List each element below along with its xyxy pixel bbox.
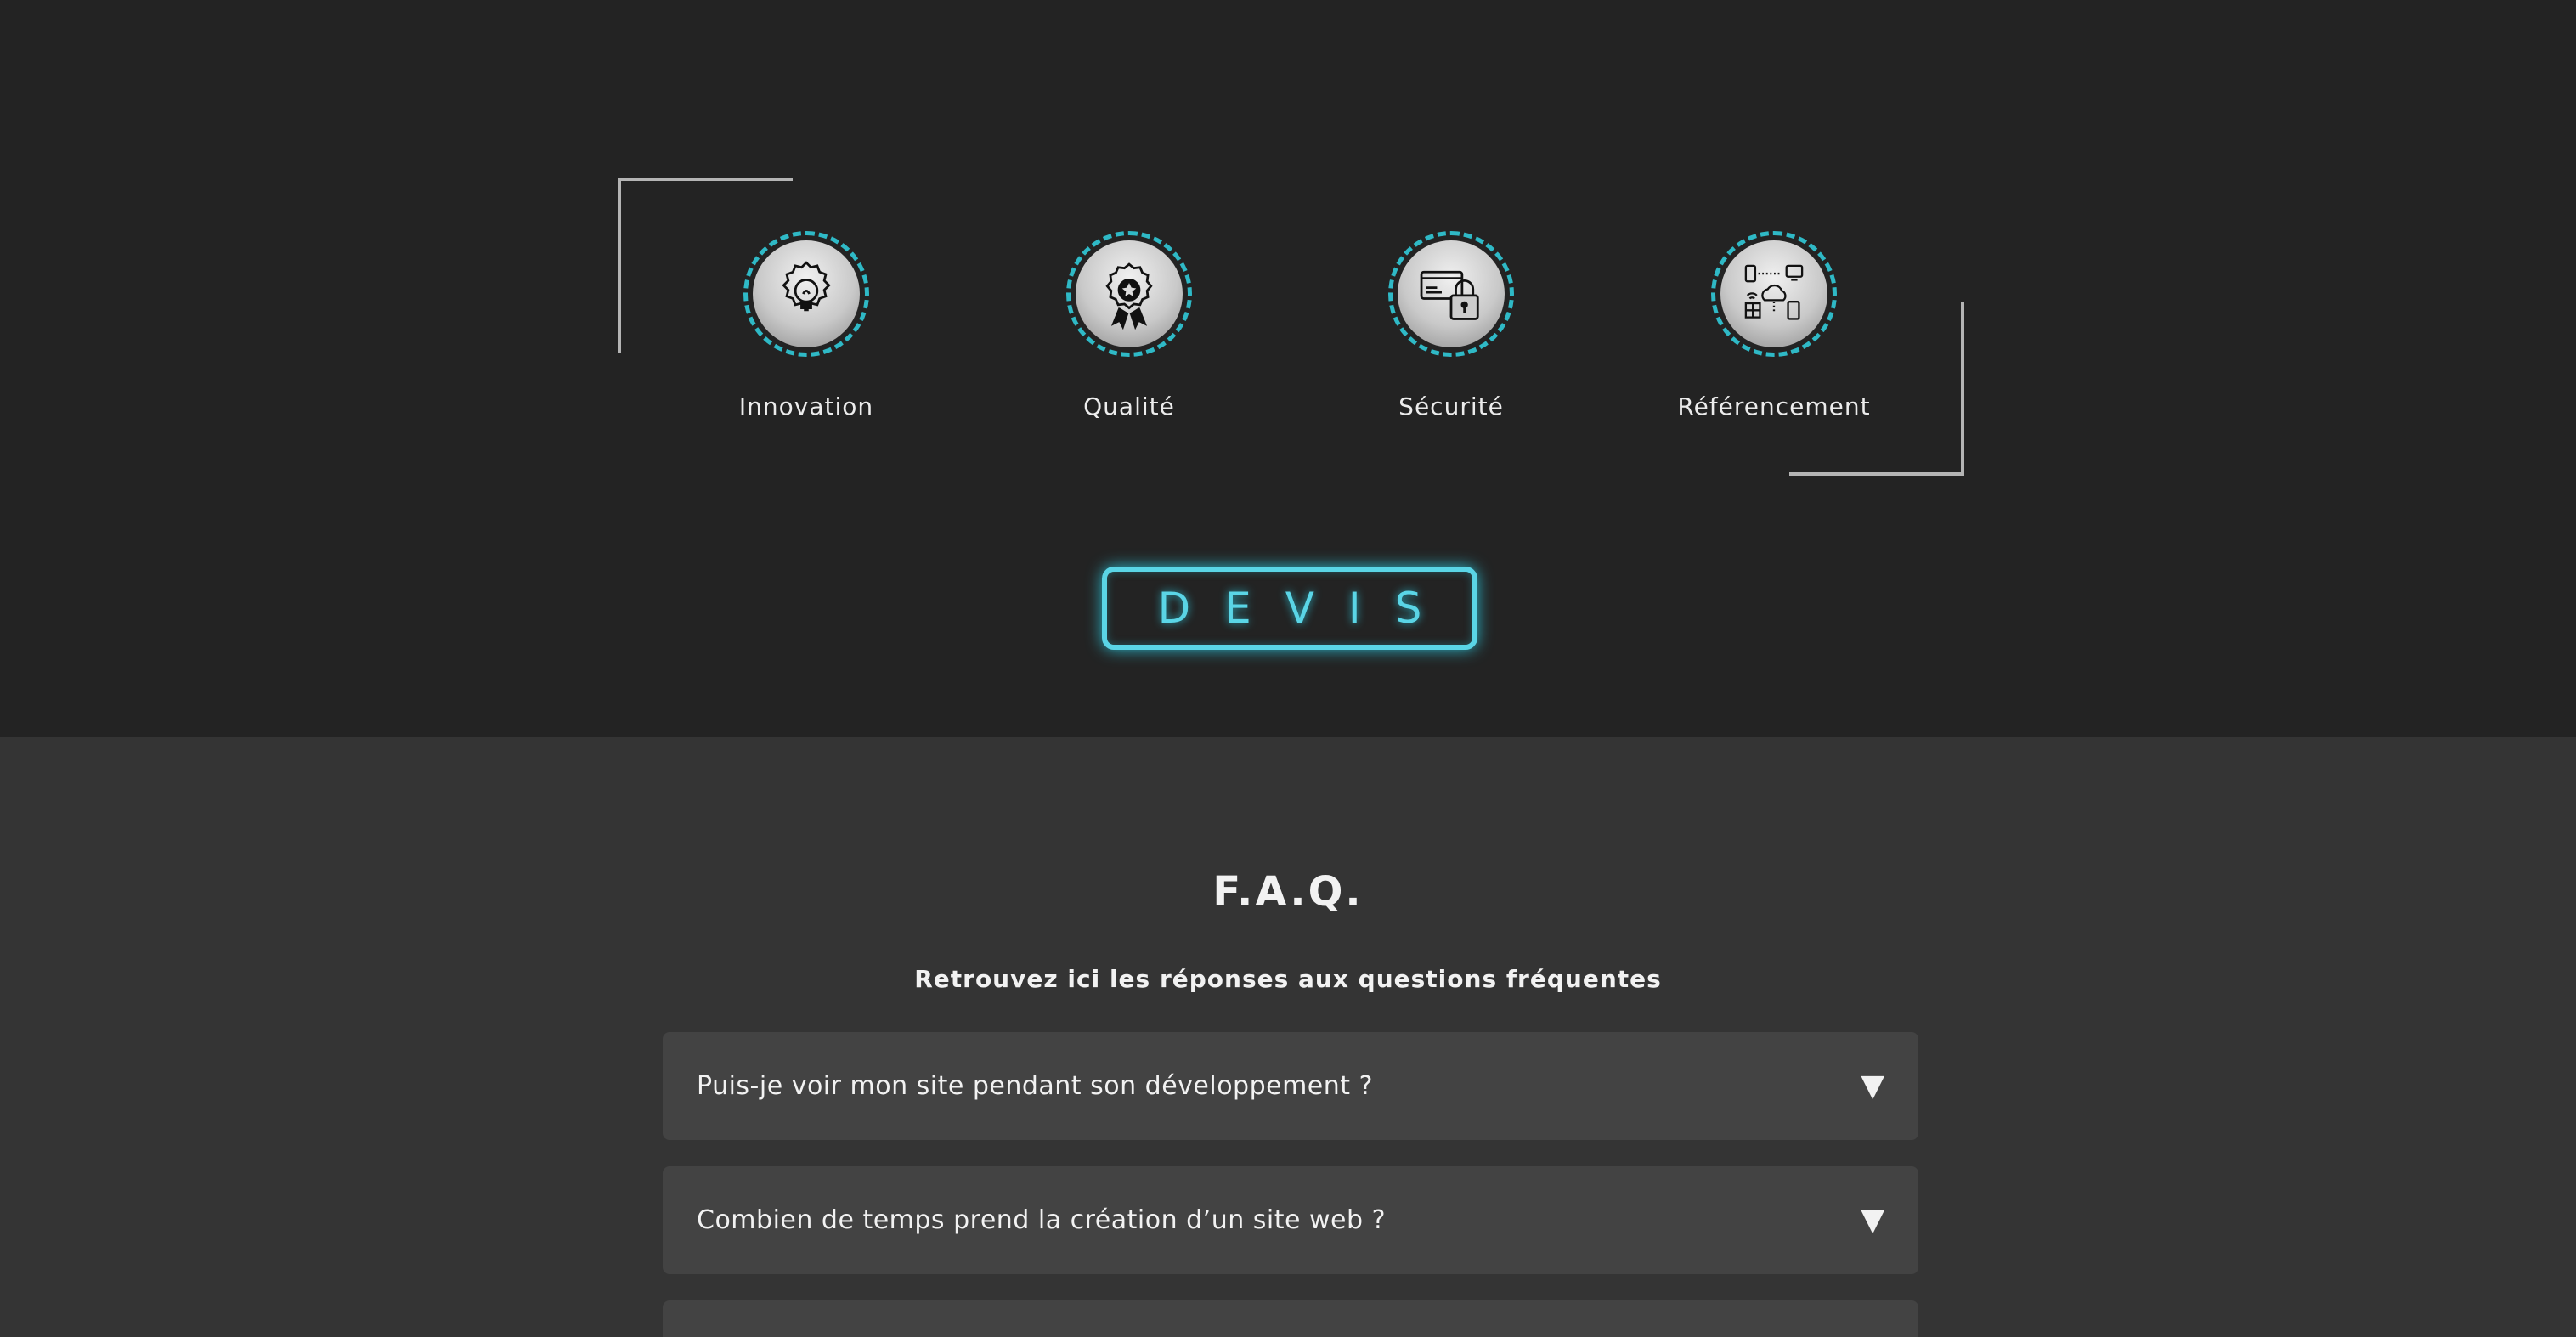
features-section: Innovation Qualité Sécurité Référencemen… [0, 0, 2576, 737]
lightbulb-icon [753, 240, 860, 347]
faq-item[interactable]: Combien de temps prend la création d’un … [663, 1166, 1918, 1274]
chevron-down-icon[interactable]: ▼ [1861, 1069, 1884, 1103]
decorative-corner-bottom-right [1789, 472, 1964, 476]
feature-securite: Sécurité [1324, 231, 1579, 420]
feature-badge [1388, 231, 1514, 357]
chevron-down-icon[interactable]: ▼ [1861, 1203, 1884, 1238]
devis-button[interactable]: DEVIS [1102, 567, 1477, 650]
decorative-corner-bottom-right-vertical [1961, 302, 1964, 476]
feature-label: Innovation [738, 392, 874, 420]
feature-badge [743, 231, 869, 357]
feature-badge [1066, 231, 1192, 357]
faq-question: Combien de temps prend la création d’un … [697, 1205, 1386, 1235]
faq-title: F.A.Q. [1212, 868, 1364, 916]
feature-referencement: Référencement [1647, 231, 1901, 420]
feature-badge [1711, 231, 1837, 357]
feature-label: Référencement [1677, 392, 1871, 420]
feature-label: Sécurité [1398, 392, 1504, 420]
faq-question: Puis-je voir mon site pendant son dévelo… [697, 1071, 1374, 1101]
network-cloud-devices-icon [1720, 240, 1827, 347]
feature-innovation: Innovation [679, 231, 934, 420]
decorative-corner-top-left-vertical [618, 178, 621, 353]
feature-qualite: Qualité [1002, 231, 1257, 420]
feature-label: Qualité [1083, 392, 1175, 420]
award-ribbon-icon [1076, 240, 1183, 347]
faq-item[interactable] [663, 1300, 1918, 1337]
credit-card-lock-icon [1398, 240, 1505, 347]
decorative-corner-top-left [618, 178, 793, 181]
faq-item[interactable]: Puis-je voir mon site pendant son dévelo… [663, 1032, 1918, 1140]
faq-subtitle: Retrouvez ici les réponses aux questions… [914, 965, 1662, 993]
